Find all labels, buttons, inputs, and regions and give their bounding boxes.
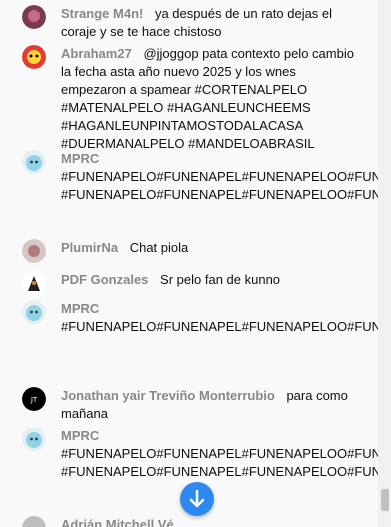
chat-message: Strange M4n! ya después de un rato dejas…: [22, 5, 362, 41]
chat-message: PDF Gonzales Sr pelo fan de kunno: [22, 271, 362, 295]
message-author: Abraham27: [61, 46, 132, 61]
message-text: @jjoggop pata contexto pelo cambio la fe…: [61, 46, 354, 151]
message-author: MPRC: [61, 428, 100, 443]
scrollbar[interactable]: [378, 0, 391, 527]
chat-message: MPRC #FUNENAPELO#FUNENAPEL#FUNENAPELOO#F…: [22, 300, 378, 336]
chat-message: JT Jonathan yair Treviño Monterrubio par…: [22, 387, 362, 423]
message-text: #FUNENAPELO#FUNENAPEL#FUNENAPELOO#FUNENA…: [61, 446, 378, 479]
message-text: #FUNENAPELO#FUNENAPEL#FUNENAPELOO#FUNENA…: [61, 169, 378, 202]
chat-message: PlumirNa Chat piola: [22, 239, 362, 263]
arrow-down-icon: [189, 489, 205, 508]
message-text: #FUNENAPELO#FUNENAPEL#FUNENAPELOO#FUNENA…: [61, 319, 378, 334]
message-author: Adrián Mitchell Vé ...: [61, 517, 189, 527]
chat-message: Abraham27 @jjoggop pata contexto pelo ca…: [22, 45, 362, 153]
avatar: [22, 300, 46, 324]
chat-message: Adrián Mitchell Vé ...: [22, 516, 362, 527]
message-author: Jonathan yair Treviño Monterrubio: [61, 388, 275, 403]
svg-text:JT: JT: [30, 396, 38, 404]
scrollbar-thumb[interactable]: [381, 489, 389, 511]
message-author: MPRC: [61, 151, 100, 166]
message-author: MPRC: [61, 301, 100, 316]
chat-message: MPRC #FUNENAPELO#FUNENAPEL#FUNENAPELOO#F…: [22, 427, 378, 481]
scroll-to-bottom-button[interactable]: [180, 482, 214, 516]
message-author: Strange M4n!: [61, 6, 144, 21]
avatar: [22, 271, 46, 295]
message-text: Sr pelo fan de kunno: [160, 272, 281, 287]
avatar: [22, 239, 46, 263]
avatar: [22, 5, 46, 29]
avatar: [22, 45, 46, 69]
message-author: PDF Gonzales: [61, 272, 149, 287]
message-text: Chat piola: [129, 240, 189, 255]
chat-message: MPRC #FUNENAPELO#FUNENAPEL#FUNENAPELOO#F…: [22, 150, 378, 204]
avatar: [22, 427, 46, 451]
avatar: [22, 150, 46, 174]
chat-feed: Strange M4n! ya después de un rato dejas…: [0, 0, 378, 527]
avatar: [22, 516, 46, 527]
avatar: JT: [22, 387, 46, 411]
message-author: PlumirNa: [61, 240, 119, 255]
